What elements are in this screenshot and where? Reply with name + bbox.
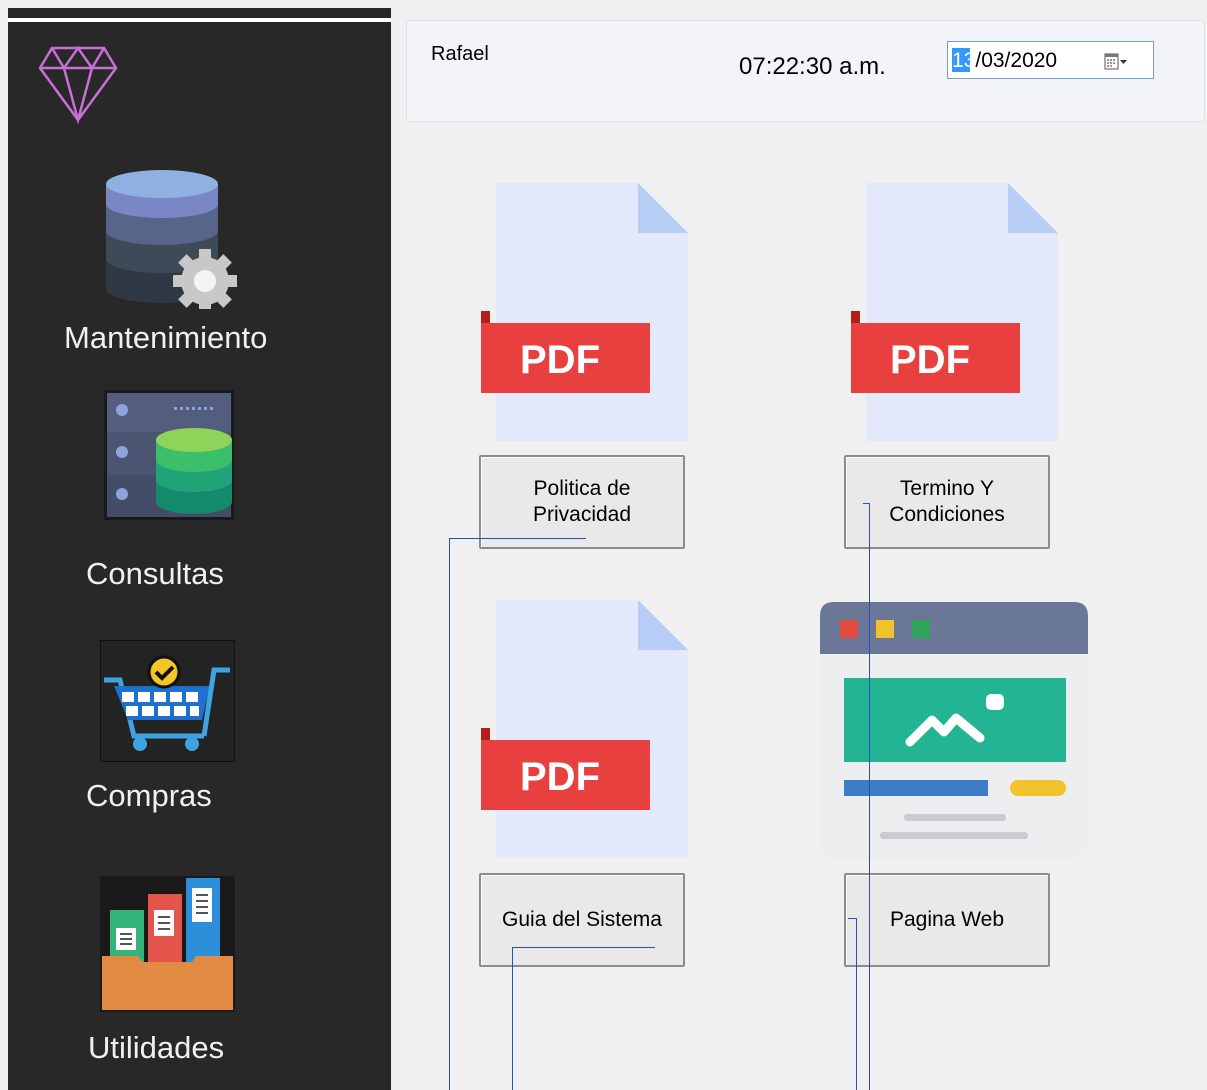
header-panel: Rafael 07:22:30 a.m. 13/03/2020	[406, 20, 1205, 122]
sidebar-item-label: Consultas	[86, 556, 224, 591]
sidebar-top-line	[8, 18, 391, 22]
pdf-file-icon: PDF	[481, 600, 688, 858]
calendar-dropdown-icon[interactable]	[1104, 52, 1128, 72]
guide-line	[863, 503, 870, 504]
guide-line	[449, 538, 586, 539]
user-name: Rafael	[431, 43, 489, 65]
guide-line	[449, 538, 450, 1090]
pdf-file-icon: PDF	[851, 183, 1058, 441]
guide-line	[856, 918, 857, 1090]
date-month-year: /03/2020	[975, 49, 1058, 72]
guide-line	[512, 947, 513, 1090]
terms-conditions-button[interactable]: Termino Y Condiciones	[844, 455, 1050, 549]
pdf-file-icon: PDF	[481, 183, 688, 441]
window-top-strip	[0, 0, 1207, 8]
sidebar-item-mantenimiento[interactable]: Mantenimiento	[8, 158, 391, 358]
database-gear-icon	[106, 170, 237, 309]
svg-text:PDF: PDF	[520, 755, 600, 799]
sidebar-item-utilidades[interactable]: Utilidades	[8, 876, 391, 1066]
privacy-policy-button[interactable]: Politica de Privacidad	[479, 455, 685, 549]
date-picker[interactable]: 13/03/2020	[947, 41, 1154, 79]
sidebar-item-label: Compras	[86, 778, 212, 813]
system-guide-button[interactable]: Guia del Sistema	[479, 873, 685, 967]
date-day: 13	[952, 49, 976, 72]
date-text: 13/03/2020	[952, 49, 1057, 73]
shopping-cart-icon	[100, 640, 235, 762]
sidebar-item-consultas[interactable]: Consultas	[8, 390, 391, 600]
sidebar: Mantenimiento Consultas Compras Utilidad…	[8, 8, 391, 1090]
web-page-button[interactable]: Pagina Web	[844, 873, 1050, 967]
clock-label: 07:22:30 a.m.	[739, 53, 886, 80]
guide-line	[512, 947, 655, 948]
guide-line	[848, 918, 857, 919]
svg-text:PDF: PDF	[890, 338, 970, 382]
web-page-icon	[820, 602, 1088, 860]
folder-documents-icon	[100, 876, 235, 1012]
sidebar-item-compras[interactable]: Compras	[8, 640, 391, 820]
server-database-icon	[104, 390, 234, 520]
diamond-icon	[38, 45, 118, 124]
sidebar-item-label: Mantenimiento	[64, 320, 268, 355]
guide-line	[869, 503, 870, 1090]
sidebar-item-label: Utilidades	[88, 1030, 225, 1065]
svg-text:PDF: PDF	[520, 338, 600, 382]
